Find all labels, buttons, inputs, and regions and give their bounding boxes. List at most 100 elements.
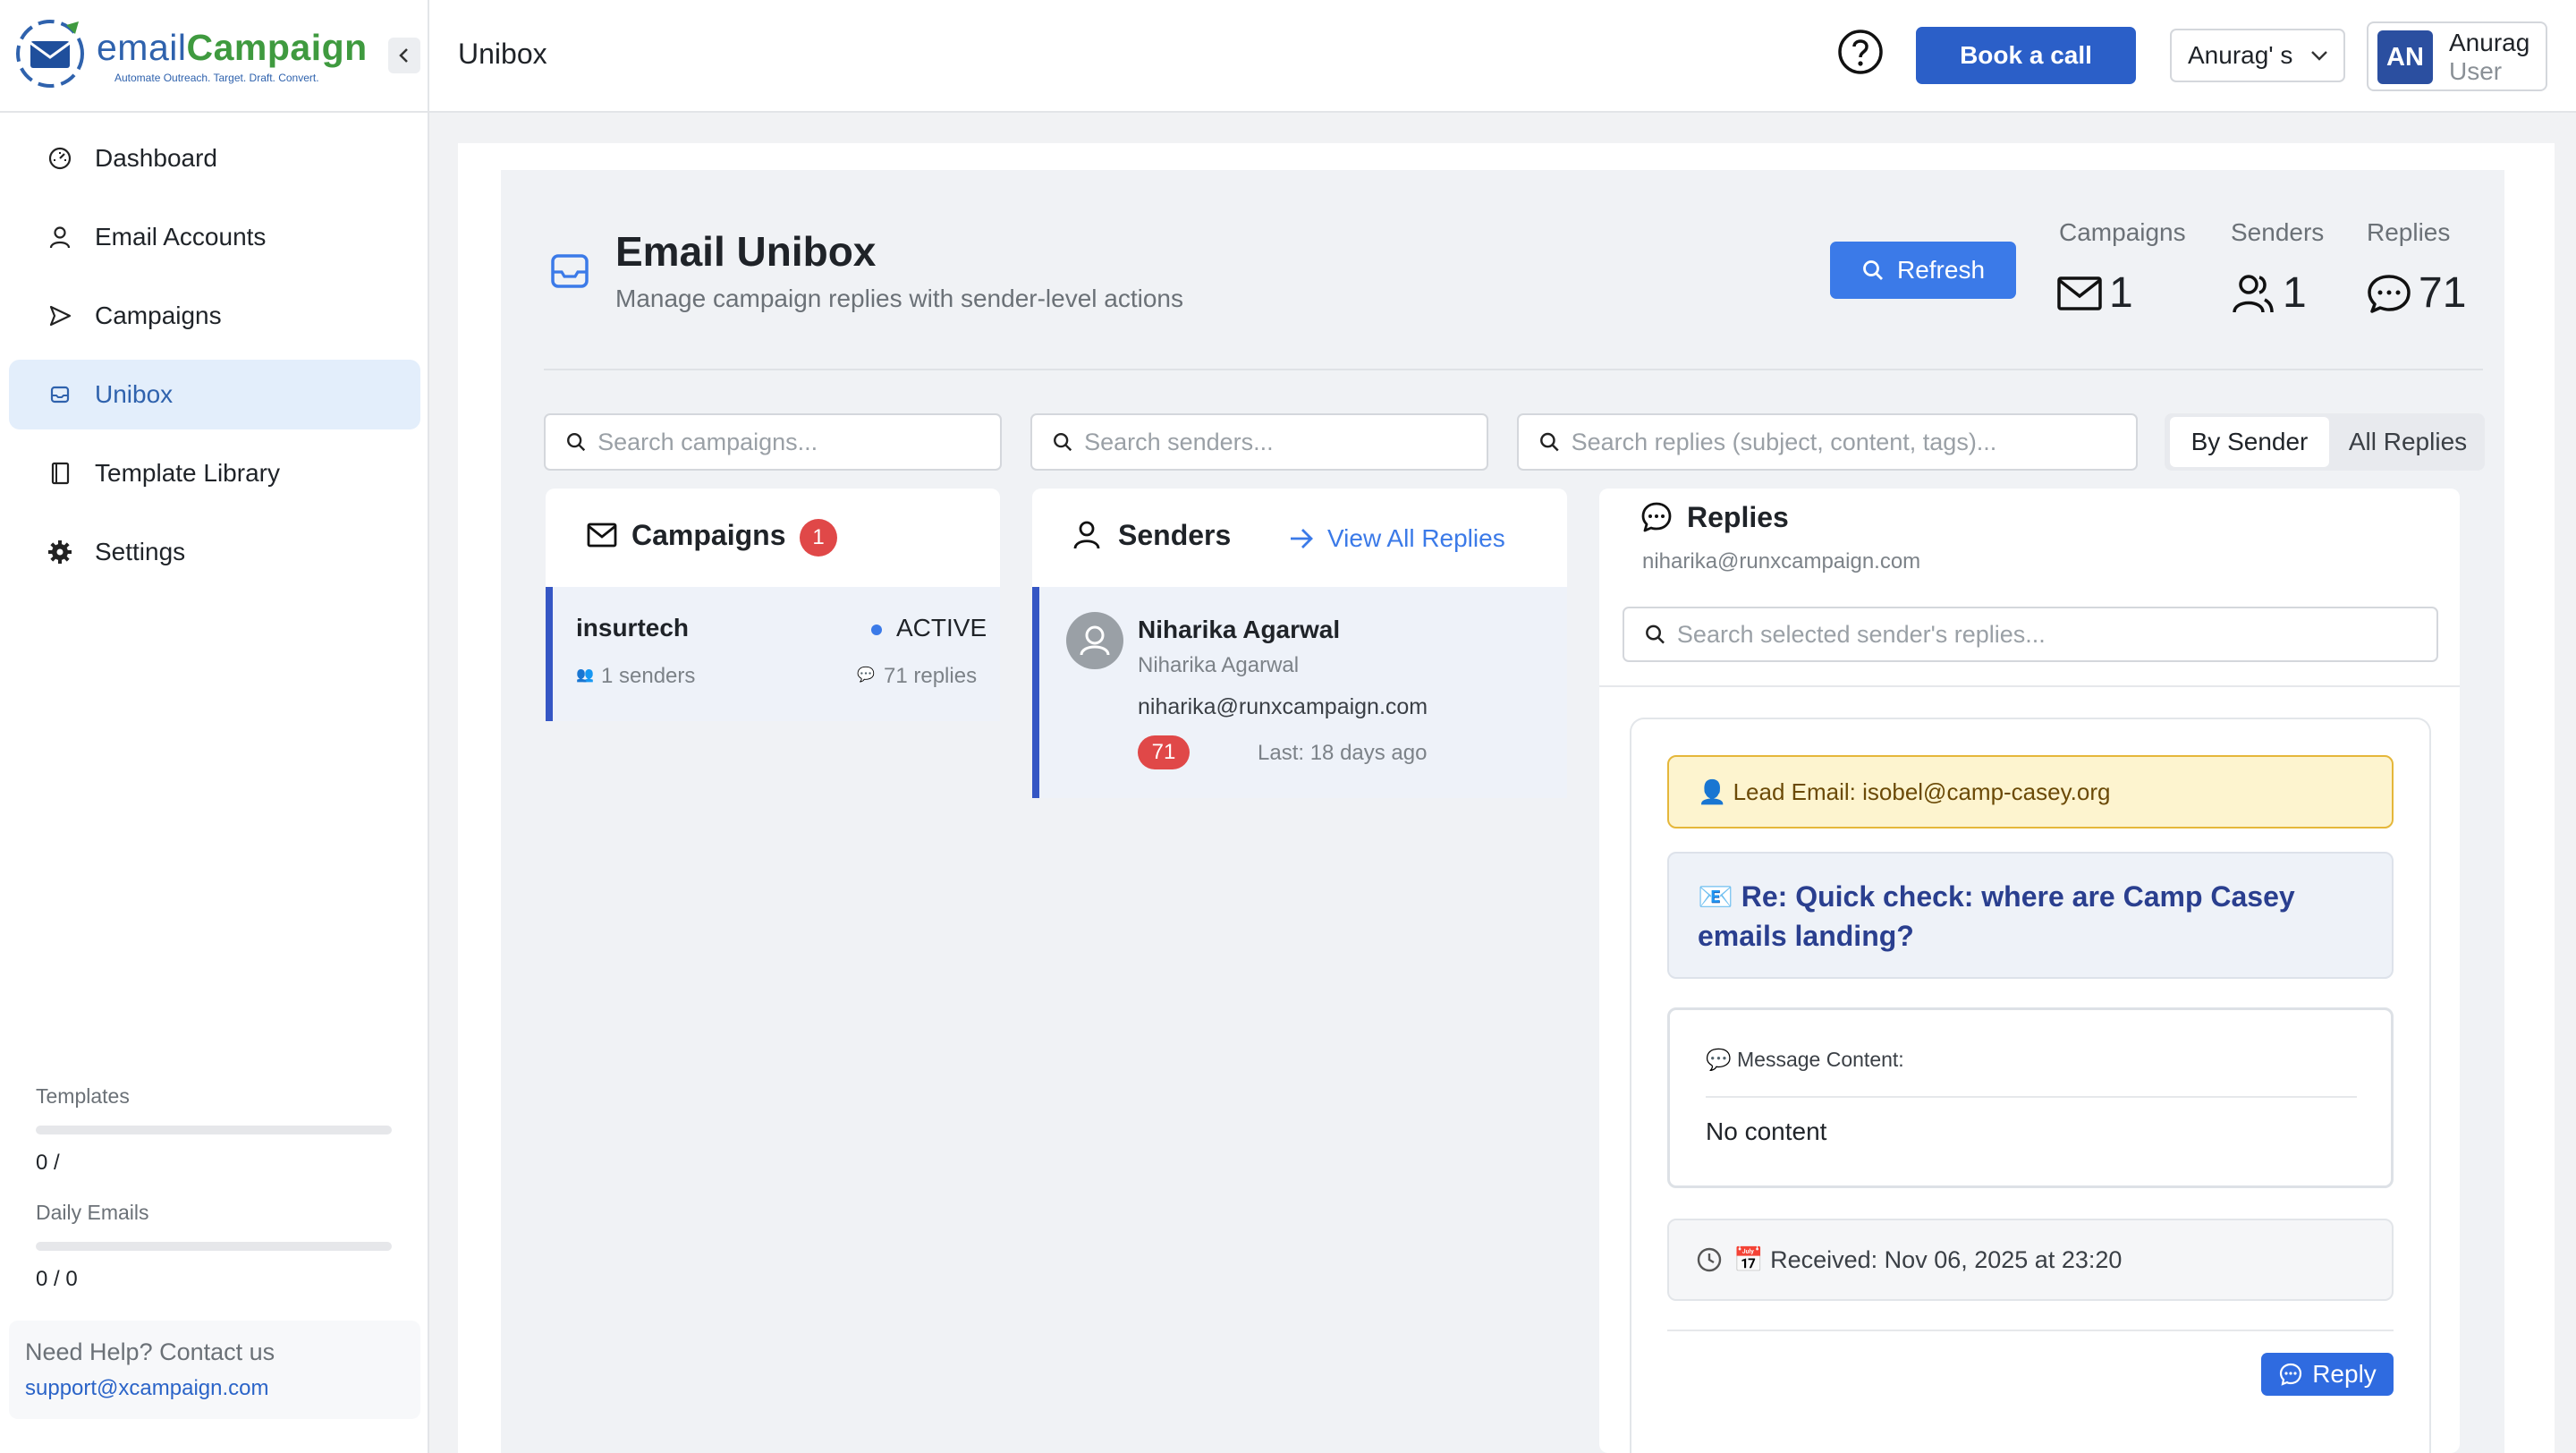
search-icon — [1540, 432, 1559, 452]
unibox-subtitle: Manage campaign replies with sender-leve… — [615, 285, 1184, 312]
unibox-title: Email Unibox — [615, 228, 877, 275]
reply-button-label: Reply — [2312, 1360, 2377, 1388]
org-select-value: Anurag' s — [2188, 41, 2293, 69]
search-campaigns[interactable] — [544, 413, 1002, 471]
chat-icon — [2280, 1363, 2302, 1386]
reply-actions-divider — [1667, 1330, 2394, 1331]
avatar: AN — [2377, 30, 2433, 84]
user-icon — [47, 224, 73, 251]
view-all-replies-button[interactable]: All Replies — [2334, 417, 2481, 467]
sender-subname: Niharika Agarwal — [1138, 653, 1300, 677]
message-body: No content — [1706, 1117, 1827, 1145]
inbox-icon — [547, 249, 592, 293]
mail-icon — [2057, 276, 2102, 310]
help-title: Need Help? Contact us — [25, 1338, 275, 1365]
refresh-button[interactable]: Refresh — [1830, 242, 2016, 299]
help-box: Need Help? Contact us support@xcampaign.… — [9, 1321, 420, 1419]
chevron-left-icon — [399, 48, 408, 63]
campaigns-panel-title: Campaigns — [631, 519, 786, 551]
search-replies[interactable] — [1517, 413, 2138, 471]
view-all-replies-label: View All Replies — [1327, 524, 1505, 552]
sender-email: niharika@runxcampaign.com — [1138, 694, 1428, 719]
sender-last-activity: Last: 18 days ago — [1258, 741, 1428, 765]
campaign-senders-count: 1 senders — [601, 664, 696, 688]
sidebar-item-unibox[interactable]: Unibox — [9, 360, 420, 429]
stat-campaigns-label: Campaigns — [2059, 218, 2186, 246]
user-name: Anurag — [2449, 29, 2530, 56]
gauge-icon — [47, 145, 73, 172]
sidebar-item-label: Campaigns — [95, 302, 222, 329]
campaign-replies-count: 71 replies — [884, 664, 978, 688]
search-icon — [1646, 625, 1665, 644]
senders-panel-title: Senders — [1118, 519, 1232, 551]
inbox-icon — [47, 381, 73, 408]
stat-replies-value: 71 — [2419, 269, 2467, 317]
org-select[interactable]: Anurag' s — [2170, 29, 2345, 82]
view-toggle: By Sender All Replies — [2165, 413, 2485, 471]
sidebar-item-campaigns[interactable]: Campaigns — [9, 281, 420, 351]
received-box: 📅 Received: Nov 06, 2025 at 23:20 — [1667, 1219, 2394, 1301]
daily-emails-label: Daily Emails — [36, 1201, 149, 1224]
stat-senders-value: 1 — [2283, 269, 2307, 317]
sidebar-item-label: Template Library — [95, 459, 280, 487]
sidebar-item-label: Settings — [95, 538, 186, 565]
templates-label: Templates — [36, 1084, 130, 1108]
gear-icon — [47, 539, 73, 565]
search-selected-sender-replies[interactable] — [1623, 607, 2438, 662]
reply-subject[interactable]: 📧 Re: Quick check: where are Camp Casey … — [1667, 852, 2394, 979]
brand-tagline: Automate Outreach. Target. Draft. Conver… — [114, 72, 319, 84]
campaigns-panel: Campaigns 1 insurtech ACTIVE 👥 1 senders… — [546, 489, 1000, 721]
daily-emails-progress-bar — [36, 1242, 392, 1251]
sidebar-item-template-library[interactable]: Template Library — [9, 438, 420, 508]
topbar: Unibox Book a call Anurag' s AN Anurag U… — [429, 0, 2576, 113]
sidebar-item-label: Unibox — [95, 380, 174, 408]
message-divider — [1706, 1096, 2357, 1098]
lead-email-box: 👤 Lead Email: isobel@camp-casey.org — [1667, 755, 2394, 828]
user-menu[interactable]: AN Anurag User — [2367, 21, 2547, 91]
sender-row[interactable]: Niharika Agarwal Niharika Agarwal nihari… — [1032, 587, 1567, 798]
sender-name: Niharika Agarwal — [1138, 616, 1341, 643]
search-senders[interactable] — [1030, 413, 1488, 471]
book-call-button[interactable]: Book a call — [1916, 27, 2136, 84]
templates-value: 0 / — [36, 1151, 60, 1175]
replies-divider — [1599, 685, 2460, 687]
sidebar-item-dashboard[interactable]: Dashboard — [9, 123, 420, 193]
book-icon — [47, 460, 73, 487]
campaign-status: ACTIVE — [896, 614, 987, 642]
view-by-sender-button[interactable]: By Sender — [2170, 417, 2329, 467]
view-all-replies-link[interactable]: View All Replies — [1288, 524, 1505, 553]
brand-name: emailCampaign — [97, 27, 368, 68]
stat-campaigns: 1 — [2057, 268, 2133, 318]
people-icon: 👥 — [576, 667, 594, 683]
usage-panel: Templates 0 / Daily Emails 0 / 0 — [18, 1070, 408, 1312]
logo-area: emailCampaign Automate Outreach. Target.… — [0, 0, 429, 113]
search-senders-input[interactable] — [1084, 428, 1487, 456]
user-icon — [1073, 521, 1100, 549]
senders-panel: Senders View All Replies Niharika Agarwa… — [1032, 489, 1567, 798]
message-content-box: 💬 Message Content: No content — [1667, 1007, 2394, 1188]
sidebar-item-settings[interactable]: Settings — [9, 517, 420, 587]
avatar — [1066, 612, 1123, 669]
collapse-sidebar-button[interactable] — [388, 38, 420, 73]
send-icon — [47, 302, 73, 329]
clock-icon — [1697, 1247, 1722, 1272]
user-avatar-icon — [1080, 625, 1110, 656]
replies-panel-title: Replies — [1687, 501, 1789, 533]
daily-emails-value: 0 / 0 — [36, 1267, 78, 1291]
campaign-row[interactable]: insurtech ACTIVE 👥 1 senders 💬 71 replie… — [546, 587, 1000, 721]
chevron-down-icon — [2309, 45, 2329, 66]
reply-button[interactable]: Reply — [2261, 1353, 2394, 1396]
arrow-right-icon — [1291, 529, 1313, 548]
sidebar-item-email-accounts[interactable]: Email Accounts — [9, 202, 420, 272]
search-icon — [1054, 433, 1072, 452]
search-icon — [1863, 260, 1883, 280]
help-icon[interactable] — [1835, 27, 1885, 77]
support-email-link[interactable]: support@xcampaign.com — [25, 1376, 268, 1401]
search-replies-input[interactable] — [1571, 428, 2136, 456]
search-selected-sender-input[interactable] — [1676, 620, 2436, 649]
search-campaigns-input[interactable] — [597, 428, 1000, 456]
templates-progress-bar — [36, 1126, 392, 1134]
sidebar-item-label: Email Accounts — [95, 223, 267, 251]
stat-replies: 71 — [2367, 268, 2466, 318]
stat-senders: 1 — [2231, 268, 2307, 318]
